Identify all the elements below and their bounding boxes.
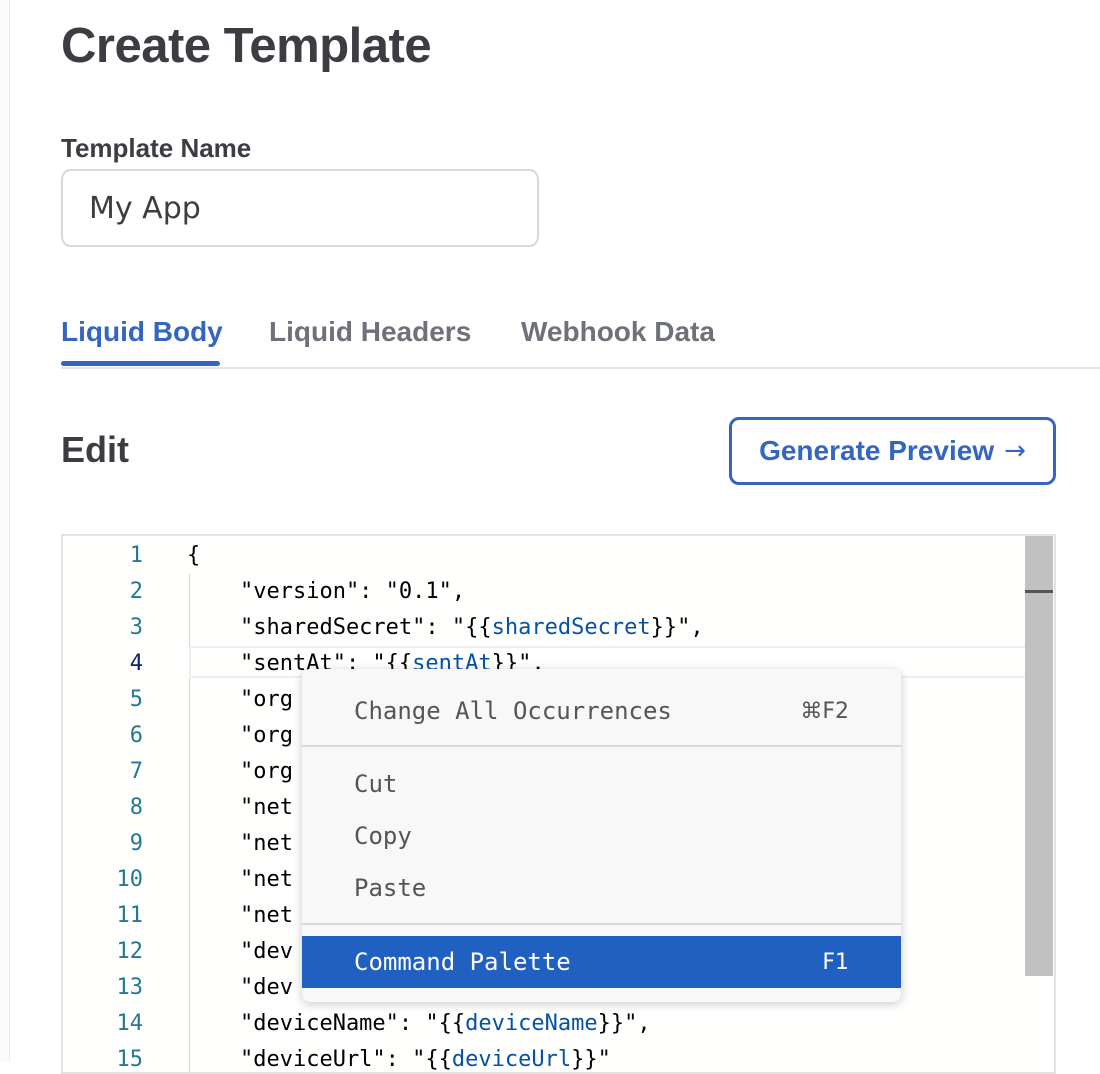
menu-separator <box>302 923 901 925</box>
menu-item-paste[interactable]: Paste <box>302 862 901 914</box>
code-line: "net <box>187 862 293 898</box>
code-line: "org <box>187 718 293 754</box>
tab-liquid-headers[interactable]: Liquid Headers <box>269 314 471 350</box>
line-number: 6 <box>129 723 143 748</box>
line-number: 4 <box>129 651 143 676</box>
code-text: "dev <box>187 975 293 1000</box>
line-number: 2 <box>129 579 143 604</box>
template-name-input[interactable] <box>61 169 539 247</box>
line-number: 14 <box>116 1011 144 1036</box>
code-text: "net <box>187 867 293 892</box>
menu-separator <box>302 745 901 747</box>
line-number: 11 <box>116 903 144 928</box>
code-text: "net <box>187 903 293 928</box>
code-text: "net <box>187 831 293 856</box>
line-number: 10 <box>116 867 144 892</box>
generate-preview-button[interactable]: Generate Preview → <box>729 417 1056 485</box>
code-text: "org <box>187 723 293 748</box>
active-tab-indicator <box>61 361 220 366</box>
menu-item-label: Command Palette <box>354 948 571 976</box>
line-number: 7 <box>129 759 143 784</box>
code-line: "net <box>187 826 293 862</box>
code-line: "org <box>187 754 293 790</box>
code-text: "org <box>187 687 293 712</box>
code-line: "org <box>187 682 293 718</box>
code-text: "version": "0.1", <box>187 579 466 604</box>
line-number: 1 <box>129 543 143 568</box>
line-number: 3 <box>129 615 143 640</box>
line-number: 8 <box>129 795 143 820</box>
line-number: 13 <box>116 975 144 1000</box>
menu-item-copy[interactable]: Copy <box>302 810 901 862</box>
context-menu: Change All Occurrences ⌘F2 Cut Copy Past… <box>302 669 901 1002</box>
code-line: "deviceUrl": "{{deviceUrl}}" <box>187 1042 611 1072</box>
menu-item-change-all-occurrences[interactable]: Change All Occurrences ⌘F2 <box>302 685 901 737</box>
code-text: "deviceName": "{{ <box>187 1011 466 1036</box>
line-number: 5 <box>129 687 143 712</box>
sidebar-edge <box>0 0 10 1062</box>
code-line: "sharedSecret": "{{sharedSecret}}", <box>187 610 704 646</box>
editor-tabs: Liquid Body Liquid Headers Webhook Data <box>61 300 1100 369</box>
scrollbar-cursor-marker <box>1025 590 1053 593</box>
code-text: }}", <box>597 1011 651 1036</box>
code-text: "deviceUrl": "{{ <box>187 1047 452 1072</box>
code-text: "dev <box>187 939 293 964</box>
line-number: 12 <box>116 939 144 964</box>
generate-preview-label: Generate Preview <box>759 435 995 466</box>
menu-item-label: Copy <box>354 822 412 850</box>
arrow-right-icon: → <box>1004 436 1026 466</box>
menu-item-label: Change All Occurrences <box>354 697 672 725</box>
edit-section-title: Edit <box>61 429 129 470</box>
menu-item-label: Paste <box>354 874 427 902</box>
code-text: { <box>187 543 201 568</box>
page-title: Create Template <box>61 19 432 73</box>
tab-liquid-body[interactable]: Liquid Body <box>61 314 223 350</box>
code-text: "org <box>187 759 293 784</box>
code-line: { <box>187 538 200 574</box>
code-text: }}" <box>571 1047 611 1072</box>
editor-scrollbar[interactable] <box>1025 536 1053 976</box>
line-number: 15 <box>116 1047 144 1072</box>
menu-item-shortcut: F1 <box>822 949 849 975</box>
code-line: "net <box>187 790 293 826</box>
line-number: 9 <box>129 831 143 856</box>
menu-item-cut[interactable]: Cut <box>302 758 901 810</box>
liquid-variable: deviceUrl <box>451 1047 572 1072</box>
code-line: "version": "0.1", <box>187 574 465 610</box>
code-text: "sharedSecret": "{{ <box>187 615 492 640</box>
code-line: "deviceName": "{{deviceName}}", <box>187 1006 651 1042</box>
code-text: "net <box>187 795 293 820</box>
menu-item-label: Cut <box>354 770 398 798</box>
tab-webhook-data[interactable]: Webhook Data <box>521 314 715 350</box>
template-name-label: Template Name <box>61 133 252 163</box>
code-line: "net <box>187 898 293 934</box>
code-line: "dev <box>187 970 293 1006</box>
code-line: "dev <box>187 934 293 970</box>
menu-item-shortcut: ⌘F2 <box>800 698 849 724</box>
liquid-variable: sharedSecret <box>491 615 651 640</box>
code-text: }}", <box>650 615 704 640</box>
menu-item-command-palette[interactable]: Command Palette F1 <box>302 936 901 988</box>
liquid-variable: deviceName <box>465 1011 598 1036</box>
